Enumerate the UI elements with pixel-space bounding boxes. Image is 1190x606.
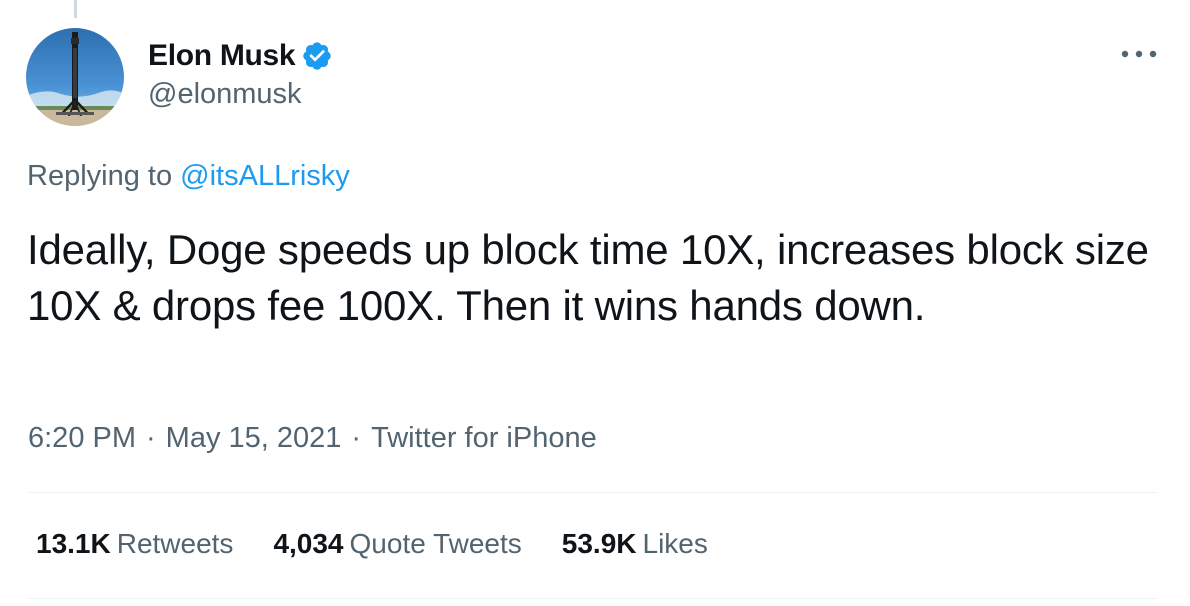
tweet-text: Ideally, Doge speeds up block time 10X, … xyxy=(27,226,1149,329)
avatar[interactable] xyxy=(26,28,124,126)
engagement-stats: 13.1K Retweets 4,034 Quote Tweets 53.9K Lik… xyxy=(36,528,748,560)
quote-tweets-label: Quote Tweets xyxy=(349,528,522,559)
more-options-icon xyxy=(1121,50,1157,58)
replying-to-line: Replying to @itsALLrisky xyxy=(27,160,350,193)
quote-tweets-count: 4,034 xyxy=(273,528,344,559)
thread-connector-line xyxy=(74,0,77,18)
avatar-image xyxy=(26,28,124,126)
likes-count: 53.9K xyxy=(561,528,637,559)
tweet-source[interactable]: Twitter for iPhone xyxy=(371,422,597,455)
tweet-time[interactable]: 6:20 PM xyxy=(28,422,136,455)
retweets-stat[interactable]: 13.1K Retweets xyxy=(36,528,233,560)
author-name[interactable]: Elon Musk xyxy=(148,39,296,73)
tweet-date[interactable]: May 15, 2021 xyxy=(166,422,342,455)
verified-badge-icon xyxy=(301,40,333,72)
divider-top xyxy=(28,492,1158,493)
tweet-meta: 6:20 PM · May 15, 2021 · Twitter for iPh… xyxy=(28,422,597,455)
retweets-count: 13.1K xyxy=(36,528,111,559)
meta-separator: · xyxy=(146,422,156,454)
more-options-button[interactable] xyxy=(1118,42,1160,66)
author-name-row: Elon Musk xyxy=(148,36,333,76)
reply-mention-link[interactable]: @itsALLrisky xyxy=(180,160,350,192)
retweets-label: Retweets xyxy=(116,528,234,559)
quote-tweets-stat[interactable]: 4,034 Quote Tweets xyxy=(273,528,521,560)
likes-label: Likes xyxy=(642,528,708,559)
likes-stat[interactable]: 53.9K Likes xyxy=(562,528,708,560)
divider-bottom xyxy=(28,598,1158,599)
author-handle[interactable]: @elonmusk xyxy=(148,78,302,111)
meta-separator: · xyxy=(351,422,362,454)
replying-to-label: Replying to xyxy=(27,160,173,192)
